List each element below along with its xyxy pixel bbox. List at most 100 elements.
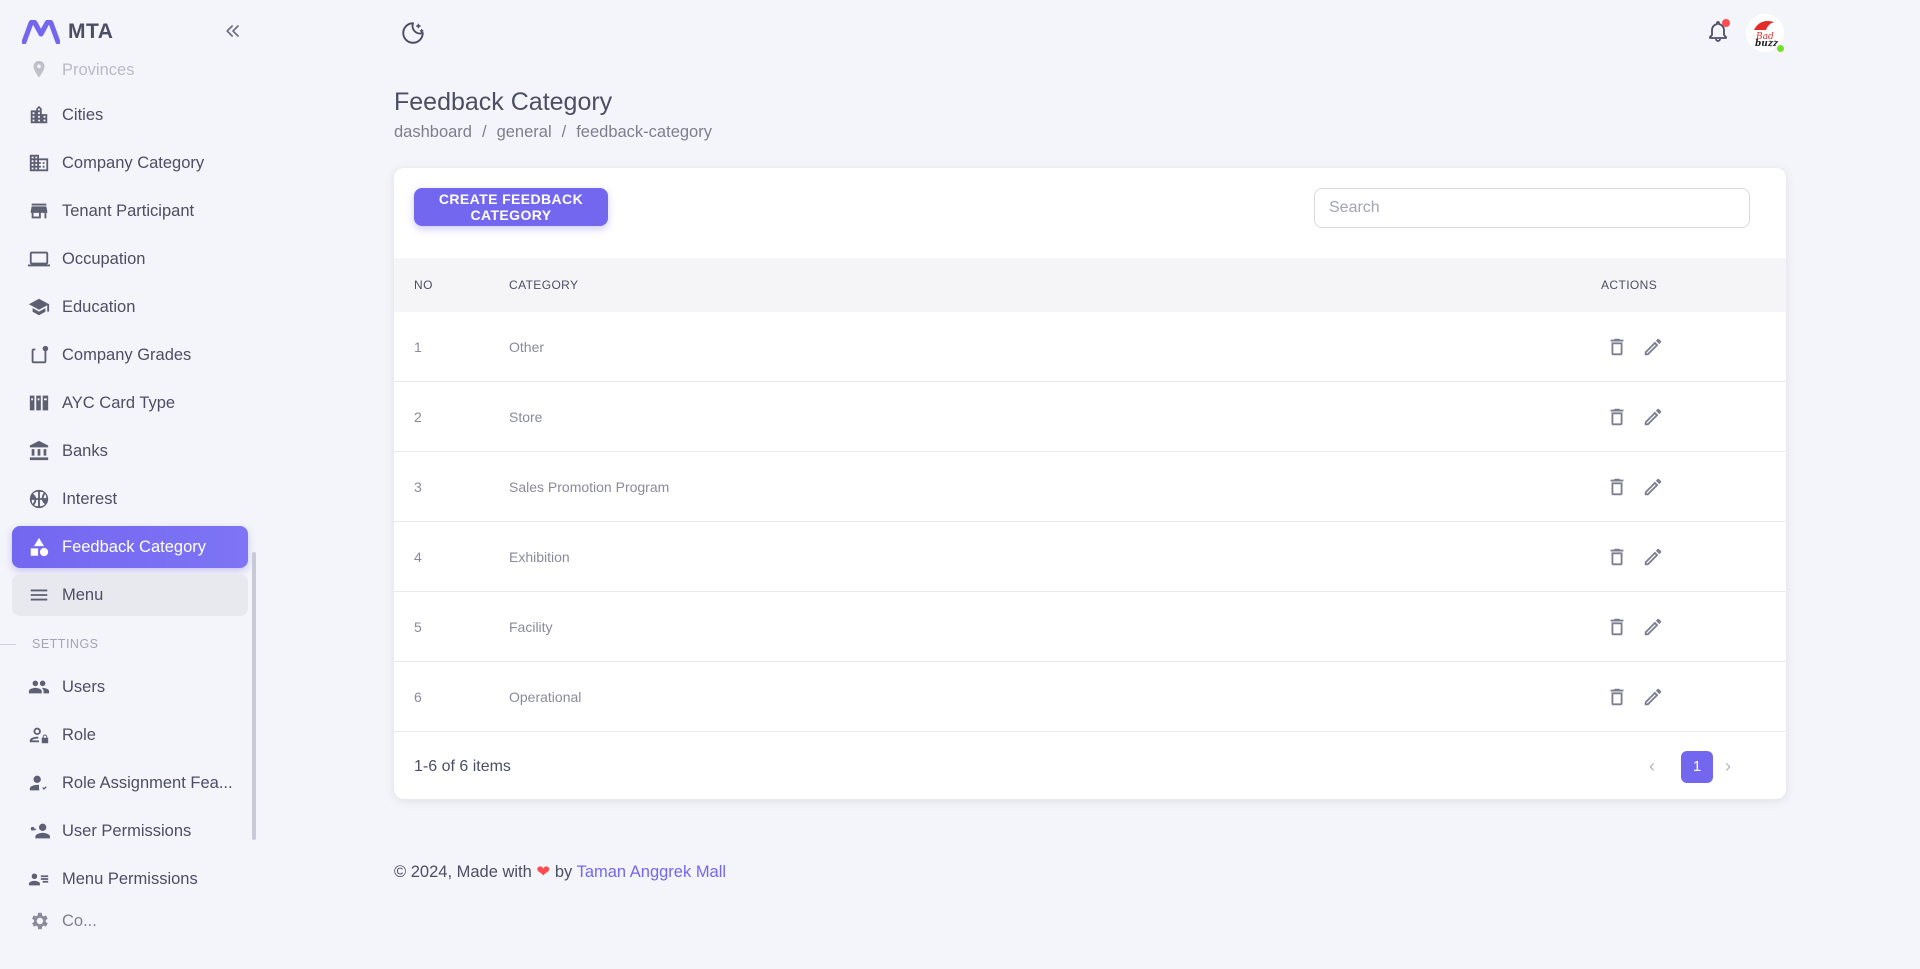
sidebar-item-label: Tenant Participant	[62, 201, 195, 220]
edit-button[interactable]	[1642, 476, 1664, 498]
sidebar-item-label: AYC Card Type	[62, 393, 176, 412]
delete-button[interactable]	[1606, 336, 1628, 358]
edit-button[interactable]	[1642, 686, 1664, 708]
sidebar-item-banks[interactable]: Banks	[12, 430, 248, 472]
pagination-next-button[interactable]: ›	[1725, 756, 1731, 777]
cell-category: Store	[509, 408, 543, 425]
trash-icon	[1610, 338, 1624, 356]
pagination-page-button[interactable]: 1	[1681, 750, 1713, 783]
footer-link[interactable]: Taman Anggrek Mall	[577, 863, 727, 881]
sidebar-item-provinces[interactable]: Provinces	[12, 52, 248, 88]
cell-category: Other	[509, 338, 545, 355]
sidebar-item-company-grades[interactable]: Company Grades	[12, 334, 248, 376]
sidebar-item-label: Role Assignment Fea...	[62, 773, 233, 792]
table-row: 2 Store	[394, 382, 1786, 452]
sidebar-item-label: Provinces	[62, 60, 135, 79]
cell-no: 4	[414, 548, 422, 565]
map-pin-icon	[28, 59, 50, 81]
sidebar-item-label: Feedback Category	[62, 537, 206, 556]
sidebar-item-tenant-participant[interactable]: Tenant Participant	[12, 190, 248, 232]
shapes-icon	[28, 536, 50, 558]
sidebar-item-interest[interactable]: Interest	[12, 478, 248, 520]
pencil-icon	[1644, 478, 1662, 496]
trash-icon	[1610, 408, 1624, 426]
sidebar-item-role[interactable]: Role	[12, 714, 248, 756]
sidebar-item-role-assignment[interactable]: Role Assignment Fea...	[12, 762, 248, 804]
feedback-category-card: CREATE FEEDBACK CATEGORY NO CATEGORY ACT…	[394, 168, 1786, 799]
trash-icon	[1610, 478, 1624, 496]
trash-icon	[1610, 688, 1624, 706]
cell-no: 6	[414, 688, 422, 705]
sidebar-nav: Provinces Cities Company Category Tenant…	[12, 52, 248, 942]
column-header-category[interactable]: CATEGORY	[509, 278, 578, 292]
breadcrumb: dashboard / general / feedback-category	[394, 123, 712, 142]
table-row: 1 Other	[394, 312, 1786, 382]
create-feedback-category-button[interactable]: CREATE FEEDBACK CATEGORY	[414, 188, 608, 226]
column-header-actions: ACTIONS	[1601, 278, 1658, 292]
breadcrumb-separator: /	[481, 123, 487, 141]
sidebar-item-feedback-category[interactable]: Feedback Category	[12, 526, 248, 568]
edit-button[interactable]	[1642, 336, 1664, 358]
brand[interactable]: MTA	[22, 18, 113, 46]
pagination-prev-button[interactable]: ‹	[1649, 756, 1655, 777]
breadcrumb-current: feedback-category	[576, 123, 712, 141]
sidebar-item-label: Co...	[62, 911, 97, 930]
sidebar-item-ayc-card-type[interactable]: AYC Card Type	[12, 382, 248, 424]
theme-toggle-button[interactable]	[400, 20, 426, 46]
cell-no: 3	[414, 478, 422, 495]
users-icon	[28, 676, 50, 698]
notifications-button[interactable]	[1706, 19, 1732, 45]
delete-button[interactable]	[1606, 476, 1628, 498]
breadcrumb-dashboard[interactable]: dashboard	[394, 123, 472, 142]
avatar[interactable]: Bad buzz	[1746, 14, 1786, 54]
sidebar-item-user-permissions[interactable]: User Permissions	[12, 810, 248, 852]
sidebar-item-occupation[interactable]: Occupation	[12, 238, 248, 280]
laptop-icon	[28, 248, 50, 270]
moon-stars-icon	[402, 22, 424, 44]
cell-category: Sales Promotion Program	[509, 478, 670, 495]
pagination-summary: 1-6 of 6 items	[414, 757, 511, 775]
edit-button[interactable]	[1642, 546, 1664, 568]
brand-name: MTA	[68, 20, 114, 43]
collapse-sidebar-button[interactable]	[220, 18, 246, 44]
delete-button[interactable]	[1606, 406, 1628, 428]
user-lock-icon	[28, 724, 50, 746]
trash-icon	[1610, 618, 1624, 636]
heart-icon: ❤	[536, 863, 551, 881]
sidebar-item-company-category[interactable]: Company Category	[12, 142, 248, 184]
edit-button[interactable]	[1642, 406, 1664, 428]
sidebar-item-users[interactable]: Users	[12, 666, 248, 708]
user-key-icon	[28, 820, 50, 842]
office-building-icon	[28, 152, 50, 174]
cell-category: Operational	[509, 688, 582, 705]
sidebar-scrollbar[interactable]	[252, 552, 256, 840]
delete-button[interactable]	[1606, 616, 1628, 638]
footer-prefix: © 2024, Made with	[394, 863, 532, 881]
trash-icon	[1610, 548, 1624, 566]
page-title: Feedback Category	[394, 88, 613, 116]
delete-button[interactable]	[1606, 546, 1628, 568]
card-stack-icon	[28, 392, 50, 414]
sidebar-item-label: Company Grades	[62, 345, 192, 364]
notification-badge	[1722, 19, 1730, 27]
graduation-cap-icon	[28, 296, 50, 318]
sidebar-item-cities[interactable]: Cities	[12, 94, 248, 136]
cell-category: Facility	[509, 618, 553, 635]
breadcrumb-general[interactable]: general	[497, 123, 552, 142]
mta-logo-icon	[22, 20, 60, 44]
sidebar-item-config[interactable]: Co...	[12, 906, 248, 936]
sidebar-item-menu-permissions[interactable]: Menu Permissions	[12, 858, 248, 900]
table-row: 3 Sales Promotion Program	[394, 452, 1786, 522]
settings-section-header: SETTINGS	[0, 626, 248, 662]
delete-button[interactable]	[1606, 686, 1628, 708]
table-row: 6 Operational	[394, 662, 1786, 732]
search-input[interactable]	[1314, 188, 1750, 228]
gear-icon	[28, 910, 50, 932]
sidebar-item-menu[interactable]: Menu	[12, 574, 248, 616]
edit-button[interactable]	[1642, 616, 1664, 638]
sidebar-item-education[interactable]: Education	[12, 286, 248, 328]
column-header-no[interactable]: NO	[414, 278, 433, 292]
online-status-dot	[1775, 43, 1786, 54]
sidebar-item-label: Interest	[62, 489, 118, 508]
chevrons-left-icon	[226, 25, 239, 37]
